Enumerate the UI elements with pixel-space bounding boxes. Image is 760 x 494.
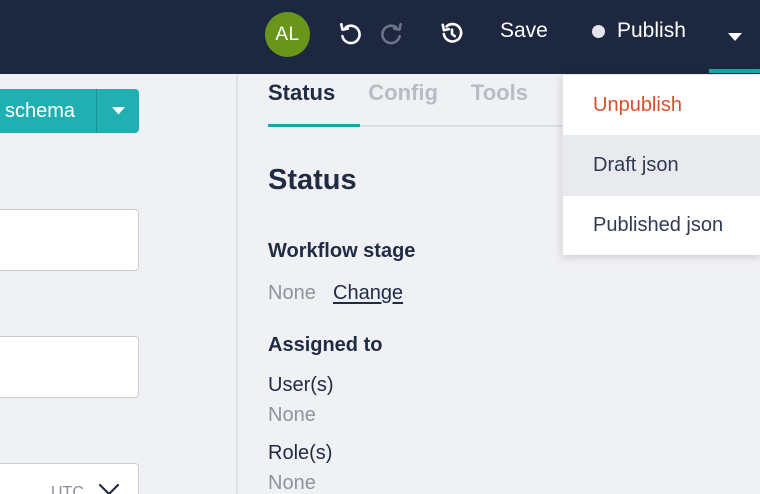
document-form-pane [0, 74, 236, 494]
roles-value: None [268, 472, 316, 494]
users-value: None [268, 404, 316, 426]
schema-button[interactable]: schema [0, 89, 139, 133]
menu-item-draft-json[interactable]: Draft json [563, 135, 760, 195]
pane-divider[interactable] [236, 74, 238, 494]
text-field[interactable] [0, 336, 139, 398]
redo-icon[interactable] [378, 20, 406, 48]
schema-button-label: schema [5, 100, 76, 122]
publish-menu-active-indicator [709, 69, 760, 73]
menu-item-unpublish[interactable]: Unpublish [563, 75, 760, 135]
tab-config[interactable]: Config [368, 80, 438, 106]
section-title: Status [268, 164, 357, 196]
users-label: User(s) [268, 374, 334, 396]
sidebar-tabs: Status Config Tools [268, 80, 561, 106]
workflow-stage-value: None [268, 282, 316, 304]
tab-status[interactable]: Status [268, 80, 335, 106]
date-field[interactable]: UTC [0, 463, 139, 494]
tab-tools[interactable]: Tools [471, 80, 528, 106]
assigned-to-label: Assigned to [268, 334, 383, 356]
change-workflow-link[interactable]: Change [333, 282, 403, 305]
caret-down-icon [727, 32, 742, 41]
history-icon[interactable] [438, 20, 466, 48]
menu-item-published-json[interactable]: Published json [563, 195, 760, 255]
roles-label: Role(s) [268, 442, 333, 464]
top-bar: AL Save Publish [0, 0, 760, 74]
chevron-down-icon[interactable] [98, 483, 120, 494]
schema-dropdown-toggle[interactable] [97, 89, 139, 133]
publish-button[interactable]: Publish [592, 19, 686, 43]
publish-label: Publish [617, 19, 686, 42]
publish-dropdown-menu: Unpublish Draft json Published json [562, 75, 760, 255]
timezone-label: UTC [51, 484, 84, 494]
publish-menu-toggle[interactable] [709, 0, 760, 74]
active-tab-indicator [268, 124, 360, 127]
workflow-stage-label: Workflow stage [268, 240, 416, 262]
avatar[interactable]: AL [265, 12, 310, 57]
caret-down-icon [111, 107, 125, 115]
save-button[interactable]: Save [500, 19, 548, 43]
undo-icon[interactable] [336, 20, 364, 48]
publish-status-dot [592, 24, 605, 38]
text-field[interactable] [0, 209, 139, 271]
